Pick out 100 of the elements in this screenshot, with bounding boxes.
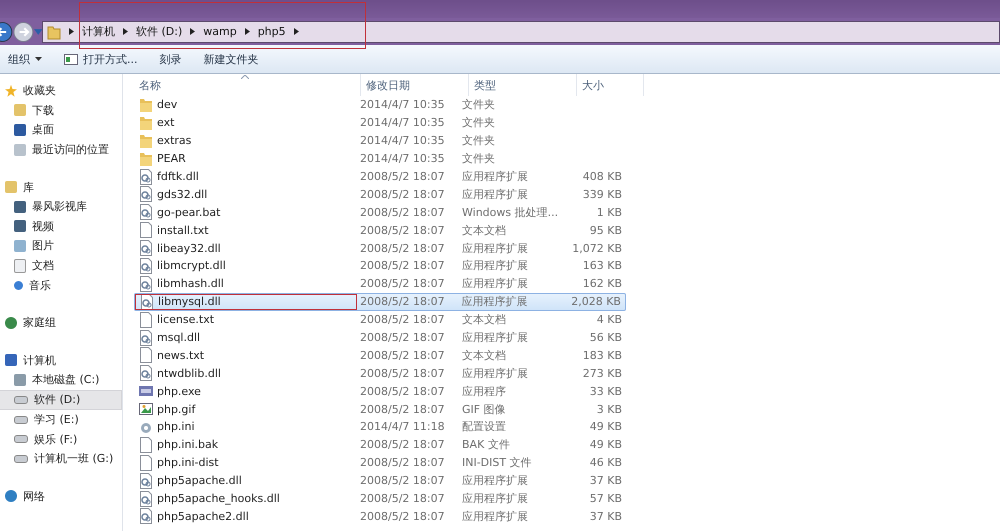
file-row[interactable]: php.ini-dist 2008/5/2 18:07 INI-DIST 文件 46 KB [134,454,626,472]
file-row[interactable]: php.ini.bak 2008/5/2 18:07 BAK 文件 49 KB [134,436,626,454]
file-type: 应用程序扩展 [462,276,528,292]
breadcrumb[interactable]: php5 [258,25,286,38]
file-size: 408 KB [582,170,622,183]
chevron-icon[interactable] [123,28,128,35]
file-row[interactable]: libmysql.dll 2008/5/2 18:07 应用程序扩展 2,028 KB [134,292,626,311]
file-row[interactable]: ext 2014/4/7 10:35 文件夹 [134,114,626,132]
file-name: php5apache_hooks.dll [157,492,280,506]
file-row[interactable]: msql.dll 2008/5/2 18:07 应用程序扩展 56 KB [134,328,626,346]
file-row[interactable]: gds32.dll 2008/5/2 18:07 应用程序扩展 339 KB [134,185,626,204]
column-header[interactable]: 修改日期 [361,74,469,96]
breadcrumb[interactable]: 计算机 [82,24,115,39]
chevron-icon[interactable] [294,28,299,35]
drive-icon [14,396,28,404]
file-name: go-pear.bat [157,206,220,219]
chevron-icon[interactable] [244,28,250,35]
sidebar-item[interactable]: 最近访问的位置 [0,140,122,160]
sidebar-item[interactable]: 暴风影视库 [0,196,122,217]
breadcrumb[interactable]: 软件 (D:) [136,24,182,39]
modified-date: 2014/4/7 10:35 [360,98,445,112]
sidebar-item[interactable]: 桌面 [0,120,122,140]
file-type: 应用程序扩展 [462,294,528,310]
sidebar-group[interactable]: 库 [0,177,122,197]
file-name: libmhash.dll [157,277,224,290]
file-row[interactable]: license.txt 2008/5/2 18:07 文本文档 4 KB [134,310,626,329]
modified-date: 2008/5/2 18:07 [360,474,445,488]
file-row[interactable]: php.gif 2008/5/2 18:07 GIF 图像 3 KB [134,400,626,418]
modified-date: 2008/5/2 18:07 [360,384,445,398]
file-name: php5apache2.dll [157,510,249,523]
organize-button[interactable]: 组织 [2,50,48,68]
sidebar-group[interactable]: 网络 [0,486,122,506]
breadcrumb[interactable]: wamp [203,25,237,38]
file-row[interactable]: dev 2014/4/7 10:35 文件夹 [134,96,626,114]
file-size: 273 KB [582,366,622,380]
toolbar-button[interactable]: 打开方式... [58,50,144,68]
sidebar-group[interactable]: 家庭组 [0,312,122,333]
file-row[interactable]: news.txt 2008/5/2 18:07 文本文档 183 KB [134,346,626,364]
sidebar-group[interactable]: 收藏夹 [0,81,122,101]
file-row[interactable]: php.exe 2008/5/2 18:07 应用程序 33 KB [134,382,626,400]
file-row[interactable]: libeay32.dll 2008/5/2 18:07 应用程序扩展 1,072 KB [134,239,626,258]
file-row[interactable]: libmhash.dll 2008/5/2 18:07 应用程序扩展 162 KB [134,274,626,293]
sidebar-item[interactable]: 下载 [0,100,122,120]
file-name: php.exe [157,384,201,398]
column-header[interactable]: 大小 [577,74,644,96]
file-name: gds32.dll [157,188,208,201]
file-type: 配置设置 [462,419,506,434]
file-row[interactable]: libmcrypt.dll 2008/5/2 18:07 应用程序扩展 163 KB [134,257,626,275]
sort-caret-icon [241,75,249,79]
file-row[interactable]: ntwdblib.dll 2008/5/2 18:07 应用程序扩展 273 KB [134,364,626,382]
file-row[interactable]: fdftk.dll 2008/5/2 18:07 应用程序扩展 408 KB [134,168,626,186]
sidebar-item[interactable]: 文档 [0,256,122,276]
file-row[interactable]: php.ini 2014/4/7 11:18 配置设置 49 KB [134,418,626,436]
toolbar-button[interactable]: 新建文件夹 [198,50,264,68]
file-size: 49 KB [590,420,622,434]
gear-document-icon [139,168,153,184]
chevron-icon[interactable] [190,28,196,35]
file-size: 46 KB [590,456,622,470]
sidebar-item[interactable]: 计算机一班 (G:) [0,448,122,468]
file-type: 应用程序扩展 [462,366,528,381]
modified-date: 2014/4/7 10:35 [360,134,445,148]
column-header[interactable]: 类型 [469,74,577,96]
file-size: 2,028 KB [571,295,621,308]
chevron-icon[interactable] [69,28,74,35]
file-row[interactable]: go-pear.bat 2008/5/2 18:07 Windows 批处理... 1 KB [134,203,626,222]
folder-icon [139,96,153,113]
sidebar-group[interactable]: 计算机 [0,350,122,370]
sidebar-item[interactable]: 视频 [0,216,122,236]
modified-date: 2008/5/2 18:07 [360,438,445,452]
sidebar-item[interactable]: 娱乐 (F:) [0,429,122,449]
file-row[interactable]: php5apache.dll 2008/5/2 18:07 应用程序扩展 37 KB [134,472,626,490]
sidebar-item[interactable]: 本地磁盘 (C:) [0,370,122,390]
modified-date: 2014/4/7 10:35 [360,116,445,130]
file-size: 183 KB [582,348,622,362]
file-type: INI-DIST 文件 [462,455,532,470]
forward-button[interactable] [12,20,34,42]
toolbar-button[interactable]: 刻录 [154,50,188,68]
file-row[interactable]: PEAR 2014/4/7 10:35 文件夹 [134,150,626,168]
sidebar-item[interactable]: 音乐 [0,275,122,295]
file-type: 应用程序扩展 [462,169,528,184]
modified-date: 2008/5/2 18:07 [360,188,445,201]
folder-icon [139,132,153,149]
file-size: 163 KB [582,259,622,272]
file-row[interactable]: php5apache_hooks.dll 2008/5/2 18:07 应用程序扩展 57 KB [134,490,626,508]
file-row[interactable]: install.txt 2008/5/2 18:07 文本文档 95 KB [134,221,626,240]
column-header[interactable]: 名称 [134,74,361,96]
modified-date: 2008/5/2 18:07 [360,456,445,470]
file-type: 应用程序扩展 [462,491,528,506]
file-type: 应用程序 [462,384,506,399]
modified-date: 2008/5/2 18:07 [360,492,445,506]
document-icon [139,454,153,471]
file-name: fdftk.dll [157,170,199,183]
sidebar-item[interactable]: 学习 (E:) [0,410,122,430]
file-type: 文本文档 [462,312,506,328]
file-name: license.txt [157,313,214,326]
file-name: libmysql.dll [158,295,221,308]
file-row[interactable]: php5apache2.dll 2008/5/2 18:07 应用程序扩展 37 KB [134,507,626,526]
sidebar-item[interactable]: 图片 [0,236,122,256]
sidebar-item[interactable]: 软件 (D:) [0,390,122,410]
file-row[interactable]: extras 2014/4/7 10:35 文件夹 [134,132,626,150]
